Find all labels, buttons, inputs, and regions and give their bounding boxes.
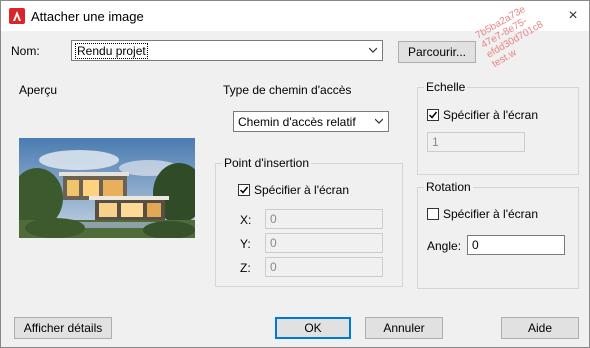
name-select-value: Rendu projet: [75, 43, 148, 59]
checkmark-icon: [428, 111, 438, 119]
cancel-button[interactable]: Annuler: [365, 317, 443, 339]
scale-field[interactable]: 1: [427, 132, 525, 152]
scale-specify-label: Spécifier à l'écran: [443, 108, 539, 122]
insertion-specify-checkbox[interactable]: Spécifier à l'écran: [238, 183, 349, 197]
preview-title: Aperçu: [19, 83, 58, 97]
name-label: Nom:: [11, 44, 40, 58]
house-render-image: [19, 138, 195, 238]
angle-label: Angle:: [427, 239, 462, 253]
checkbox-box: [427, 208, 439, 220]
name-select[interactable]: Rendu projet: [71, 40, 383, 61]
insertion-title: Point d'insertion: [222, 156, 312, 170]
path-type-select[interactable]: Chemin d'accès relatif: [233, 111, 389, 132]
z-field[interactable]: 0: [265, 257, 383, 277]
rotation-title: Rotation: [424, 180, 473, 194]
ok-button[interactable]: OK: [275, 317, 351, 339]
help-button[interactable]: Aide: [501, 317, 579, 339]
x-label: X:: [240, 213, 252, 227]
rotation-specify-checkbox[interactable]: Spécifier à l'écran: [427, 207, 538, 221]
x-field[interactable]: 0: [265, 209, 383, 229]
checkbox-box: [427, 109, 439, 121]
show-details-button[interactable]: Afficher détails: [14, 317, 112, 339]
preview-image: [19, 138, 195, 238]
scale-specify-checkbox[interactable]: Spécifier à l'écran: [427, 108, 538, 122]
autocad-logo-icon: [9, 8, 25, 24]
insertion-specify-label: Spécifier à l'écran: [254, 183, 350, 197]
browse-button[interactable]: Parcourir...: [398, 41, 476, 63]
close-button[interactable]: ×: [561, 5, 585, 27]
y-label: Y:: [240, 237, 251, 251]
attach-image-dialog: Attacher une image × 7b5ba2a73e 47e7-8e7…: [0, 0, 590, 348]
window-title: Attacher une image: [31, 9, 144, 24]
angle-field[interactable]: 0: [467, 235, 565, 255]
scale-group: Echelle: [417, 80, 579, 175]
rotation-specify-label: Spécifier à l'écran: [443, 207, 539, 221]
title-bar: Attacher une image ×: [1, 1, 589, 31]
chevron-down-icon: [369, 47, 377, 53]
path-type-value: Chemin d'accès relatif: [238, 115, 356, 129]
checkbox-box: [238, 184, 250, 196]
path-type-title: Type de chemin d'accès: [223, 83, 352, 97]
scale-title: Echelle: [424, 80, 468, 94]
y-field[interactable]: 0: [265, 233, 383, 253]
z-label: Z:: [240, 261, 251, 275]
checkmark-icon: [239, 186, 249, 194]
chevron-down-icon: [375, 118, 383, 124]
